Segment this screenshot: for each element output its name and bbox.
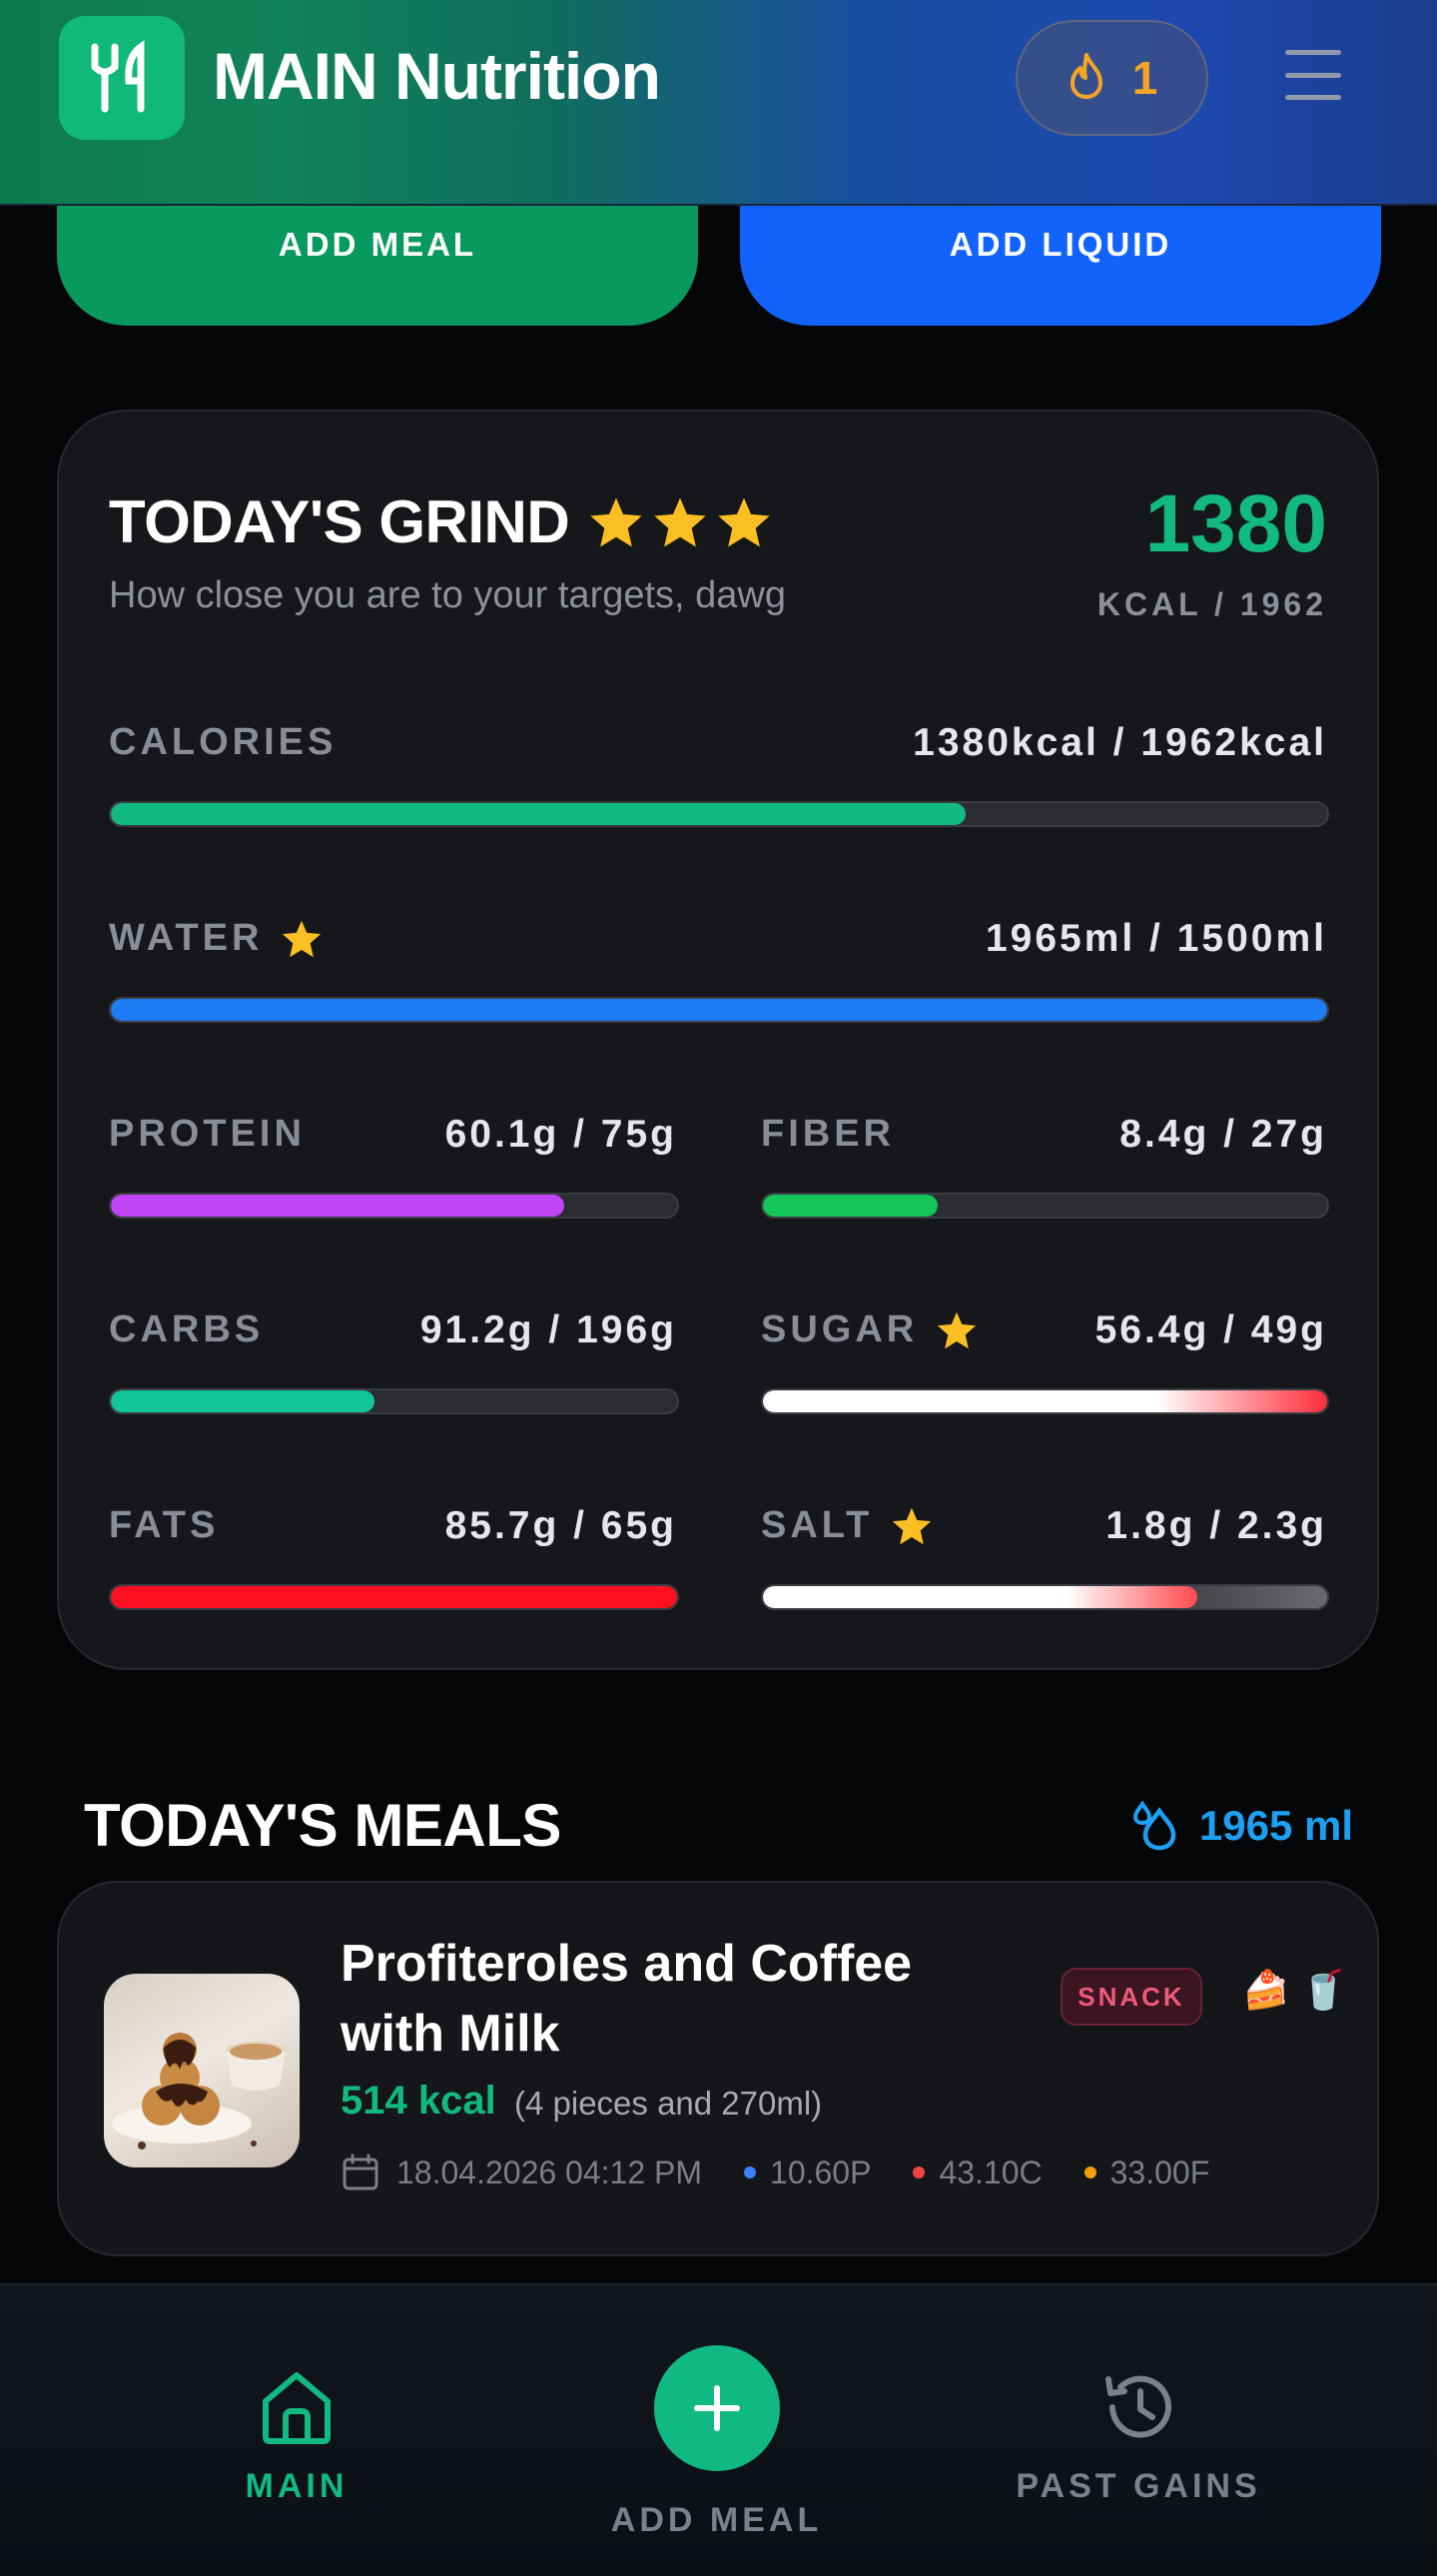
protein-dot-icon: [744, 2166, 757, 2178]
meal-carbs: 43.10C: [939, 2153, 1043, 2190]
carbs-progress-bar: [109, 1388, 679, 1414]
rating-stars: [588, 495, 772, 549]
fiber-progress-bar: [761, 1193, 1329, 1219]
home-icon: [263, 2372, 331, 2444]
protein-value: 60.1g / 75g: [444, 1113, 677, 1156]
meal-type-badge: SNACK: [1061, 1968, 1202, 2026]
water-progress-bar: [109, 997, 1329, 1023]
nav-past-gains[interactable]: PAST GAINS: [1009, 2369, 1268, 2506]
hamburger-menu-icon[interactable]: [1285, 50, 1341, 100]
sugar-label: SUGAR: [761, 1308, 978, 1351]
protein-label: PROTEIN: [109, 1113, 306, 1155]
fat-dot-icon: [1083, 2166, 1096, 2178]
meal-name: Profiteroles and Coffee with Milk: [341, 1935, 913, 2063]
meal-photo: [104, 1974, 300, 2167]
meals-section-title: TODAY'S MEALS: [84, 1792, 561, 1859]
calendar-icon: [343, 2153, 378, 2190]
carbs-value: 91.2g / 196g: [419, 1308, 677, 1351]
calories-label: CALORIES: [109, 721, 338, 763]
sugar-value: 56.4g / 49g: [1094, 1308, 1327, 1351]
plus-icon: [653, 2345, 780, 2471]
water-total: 1965 ml: [1131, 1801, 1353, 1851]
meal-emojis: 🍰 🥤: [1242, 1970, 1348, 2012]
sugar-progress-bar: [761, 1388, 1329, 1414]
flame-icon: [1067, 52, 1106, 105]
star-icon: [718, 497, 770, 547]
carbs-dot-icon: [913, 2166, 926, 2178]
star-icon: [938, 1311, 977, 1348]
salt-label: SALT: [761, 1504, 933, 1547]
nav-main-label: MAIN: [245, 2467, 349, 2505]
salt-progress-bar: [761, 1584, 1329, 1610]
water-label: WATER: [109, 917, 323, 960]
water-total-value: 1965 ml: [1198, 1802, 1353, 1849]
water-value: 1965ml / 1500ml: [985, 917, 1327, 960]
protein-progress-bar: [109, 1193, 679, 1219]
star-icon: [590, 497, 642, 547]
card-title: TODAY'S GRIND: [109, 488, 570, 555]
bottom-navigation: MAIN ADD MEAL PAST GAINS: [0, 2283, 1437, 2576]
kcal-target: KCAL / 1962: [1096, 586, 1327, 622]
meal-meta: 18.04.2026 04:12 PM 10.60P 43.10C 33.00F: [341, 2152, 1209, 2192]
app-header: MAIN Nutrition 1: [0, 0, 1437, 206]
meal-fat: 33.00F: [1109, 2153, 1210, 2190]
water-drops-icon: [1132, 1801, 1176, 1851]
meal-card[interactable]: Profiteroles and Coffee with Milk SNACK …: [57, 1881, 1379, 2256]
card-subtitle: How close you are to your targets, dawg: [109, 574, 787, 616]
fork-knife-icon[interactable]: [59, 16, 185, 140]
star-icon: [283, 920, 322, 957]
streak-button[interactable]: 1: [1016, 20, 1208, 136]
history-icon: [1105, 2375, 1171, 2438]
salt-value: 1.8g / 2.3g: [1105, 1504, 1327, 1547]
fats-value: 85.7g / 65g: [444, 1504, 677, 1547]
nav-past-gains-label: PAST GAINS: [1016, 2467, 1261, 2505]
meal-kcal: 514 kcal: [341, 2079, 496, 2123]
nav-main[interactable]: MAIN: [200, 2369, 393, 2506]
app-title: MAIN Nutrition: [213, 39, 661, 113]
fats-progress-bar: [109, 1584, 679, 1610]
nav-add-meal-label: ADD MEAL: [610, 2501, 823, 2539]
fiber-value: 8.4g / 27g: [1119, 1113, 1327, 1156]
meal-portion: (4 pieces and 270ml): [514, 2085, 823, 2122]
streak-count: 1: [1131, 52, 1158, 104]
calories-value: 1380kcal / 1962kcal: [913, 721, 1327, 764]
meal-datetime: 18.04.2026 04:12 PM: [396, 2153, 703, 2190]
daily-progress-card: TODAY'S GRIND How close you are to your …: [57, 410, 1379, 1670]
star-icon: [893, 1507, 932, 1544]
meal-protein: 10.60P: [770, 2153, 872, 2190]
calories-progress-bar: [109, 801, 1329, 827]
fats-label: FATS: [109, 1504, 220, 1546]
kcal-total: 1380: [1144, 478, 1327, 569]
nav-add-meal[interactable]: ADD MEAL: [579, 2345, 854, 2540]
carbs-label: CARBS: [109, 1308, 265, 1350]
fiber-label: FIBER: [761, 1113, 895, 1155]
star-icon: [654, 497, 706, 547]
